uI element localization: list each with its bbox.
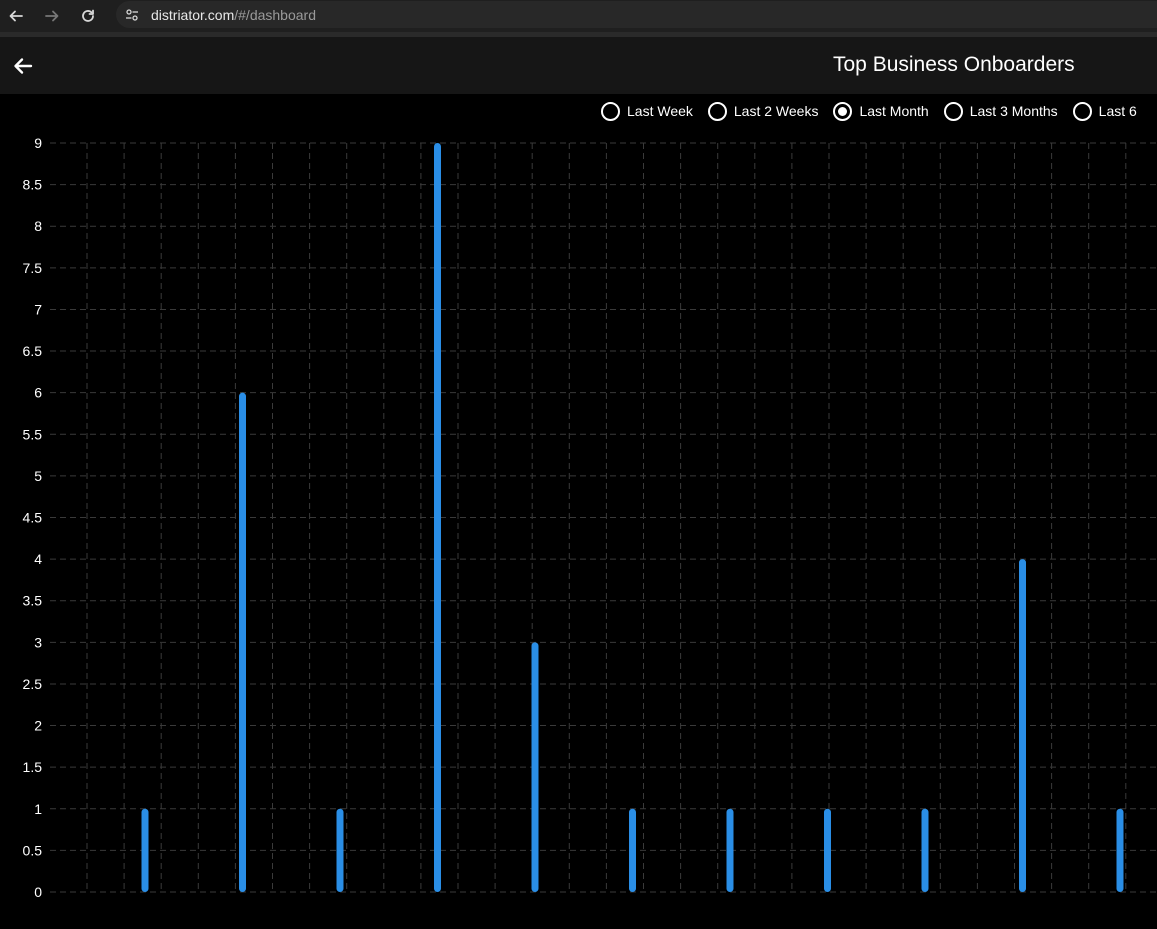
arrow-left-icon (14, 58, 33, 74)
site-settings-button[interactable] (121, 4, 143, 26)
back-button[interactable] (10, 53, 36, 79)
chart-bar (336, 808, 344, 892)
filter-option-label: Last 2 Weeks (733, 103, 819, 119)
page-title: Top Business Onboarders (833, 53, 1075, 76)
y-tick-label: 7.5 (23, 260, 43, 276)
filter-option-label: Last 3 Months (969, 103, 1058, 119)
browser-reload-button[interactable] (76, 4, 100, 28)
y-tick-label: 4.5 (23, 510, 43, 526)
chart-bar (1019, 559, 1026, 892)
filter-option-0[interactable]: Last Week (601, 101, 693, 121)
chart-bar (434, 143, 441, 892)
y-tick-label: 2.5 (23, 676, 43, 692)
y-tick-label: 9 (34, 135, 42, 151)
y-tick-label: 0.5 (23, 842, 43, 858)
chart-bar (239, 392, 246, 892)
chart-bar (141, 808, 149, 892)
filter-option-4[interactable]: Last 6 (1072, 101, 1137, 121)
radio-selected-icon[interactable] (833, 101, 853, 121)
y-tick-label: 7 (34, 301, 42, 317)
chart-bar (921, 808, 929, 892)
reload-icon (82, 9, 94, 22)
filter-option-2[interactable]: Last Month (833, 101, 929, 121)
browser-back-button[interactable] (4, 4, 28, 28)
url-host: distriator.com (151, 6, 235, 23)
filter-option-1[interactable]: Last 2 Weeks (707, 101, 819, 121)
time-range-filter: Last Week Last 2 Weeks Last Month Last 3 Mo… (601, 100, 1152, 122)
address-bar[interactable]: distriator.com/#/dashboard (116, 1, 1157, 28)
y-tick-label: 0 (34, 884, 42, 900)
chart-bar (726, 808, 734, 892)
y-tick-label: 3.5 (23, 593, 43, 609)
y-tick-label: 8.5 (23, 177, 43, 193)
y-tick-label: 6.5 (23, 343, 43, 359)
radio-unselected-icon[interactable] (1072, 101, 1092, 121)
chart-bar (824, 808, 831, 892)
radio-unselected-icon[interactable] (707, 101, 727, 121)
filter-option-label: Last Month (859, 103, 929, 119)
y-tick-label: 8 (34, 218, 42, 234)
chart-bar (1116, 808, 1124, 892)
onboarders-chart: 0 0.5 1 1.5 2 2.5 3 3.5 4 4.5 5 5.5 6 6.5 7 7.5 8 8.5 9 (0, 130, 1157, 915)
site-settings-icon (126, 8, 138, 21)
radio-unselected-icon[interactable] (601, 101, 620, 121)
y-tick-label: 3 (34, 634, 42, 650)
chart-bar (629, 808, 636, 892)
y-tick-label: 5 (34, 468, 42, 484)
y-tick-label: 5.5 (23, 426, 43, 442)
filter-option-3[interactable]: Last 3 Months (943, 101, 1058, 121)
arrow-right-icon (45, 10, 59, 22)
y-tick-label: 2 (34, 718, 42, 734)
filter-option-label: Last 6 (1098, 103, 1137, 119)
y-tick-label: 6 (34, 385, 42, 401)
app-header: Top Business Onboarders (0, 37, 1157, 94)
radio-unselected-icon[interactable] (943, 101, 963, 121)
y-tick-label: 4 (34, 551, 42, 567)
y-tick-label: 1 (34, 801, 42, 817)
chart-bar (531, 642, 539, 892)
y-tick-label: 1.5 (23, 759, 43, 775)
filter-option-label: Last Week (627, 103, 693, 119)
url-path: /#/dashboard (234, 6, 316, 23)
arrow-left-icon (9, 10, 23, 22)
radio-dot-icon (838, 106, 848, 116)
bar-chart: 0 0.5 1 1.5 2 2.5 3 3.5 4 4.5 5 5.5 6 6.5 7 7.5 8 8.5 9 (23, 135, 1157, 900)
browser-forward-button[interactable] (40, 4, 64, 28)
browser-toolbar: distriator.com/#/dashboard (0, 0, 1157, 32)
